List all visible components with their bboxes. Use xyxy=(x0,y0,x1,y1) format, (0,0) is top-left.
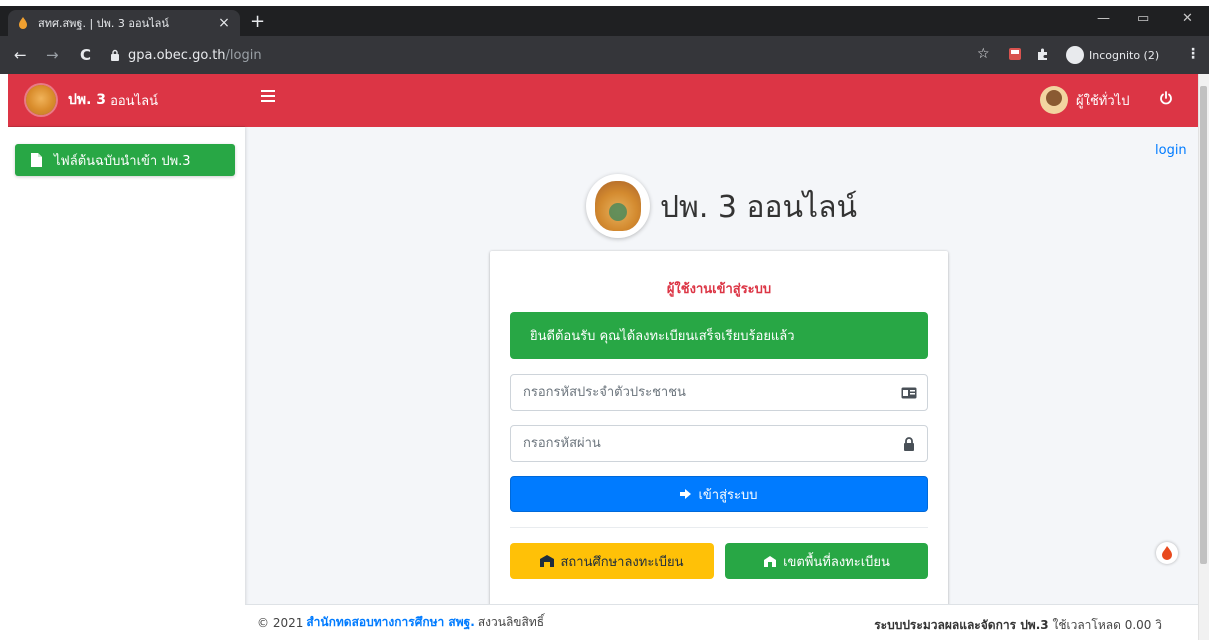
citizen-id-input[interactable] xyxy=(511,375,901,410)
area-register-button[interactable]: เขตพื้นที่ลงทะเบียน xyxy=(725,543,928,579)
incognito-label: Incognito (2) xyxy=(1089,48,1160,62)
tab-close-icon[interactable]: × xyxy=(216,15,232,31)
footer: © 2021 สำนักทดสอบทางการศึกษา สพฐ. สงวนลิ… xyxy=(245,604,1198,640)
lock-icon xyxy=(111,49,119,61)
menu-toggle-icon[interactable] xyxy=(261,90,275,104)
new-tab-button[interactable]: + xyxy=(250,12,265,32)
browser-tab-bar: สทศ.สพฐ. | ปพ. 3 ออนไลน์ × + — ▭ ✕ xyxy=(0,6,1209,36)
user-label: ผู้ใช้ทั่วไป xyxy=(1076,93,1130,109)
avatar xyxy=(1040,86,1068,114)
back-icon[interactable]: ← xyxy=(14,46,27,64)
footer-system-name: ระบบประมวลผลและจัดการ ปพ.3 xyxy=(874,618,1049,632)
incognito-indicator[interactable]: Incognito (2) xyxy=(1066,45,1159,65)
school-icon xyxy=(540,555,555,567)
app-window: ปพ. 3 ออนไลน์ ผู้ใช้ทั่วไป ไฟล์ต้นฉบับนำ… xyxy=(8,74,1198,640)
flame-widget-icon[interactable] xyxy=(1156,542,1178,564)
tab-title: สทศ.สพฐ. | ปพ. 3 ออนไลน์ xyxy=(38,17,169,30)
url-host: gpa.obec.go.th xyxy=(128,47,226,63)
login-button-label: เข้าสู่ระบบ xyxy=(698,487,758,503)
brand-logo xyxy=(26,85,56,115)
school-register-label: สถานศึกษาลงทะเบียน xyxy=(560,554,684,570)
load-time: ใช้เวลาโหลด 0.00 วิ xyxy=(1052,618,1162,632)
reload-icon[interactable]: C xyxy=(80,46,91,64)
page-title: ปพ. 3 ออนไลน์ xyxy=(660,190,858,225)
site-logo xyxy=(586,174,650,238)
browser-toolbar: ← → C gpa.obec.go.th/login ☆ Incognito (… xyxy=(0,36,1209,74)
scrollbar-thumb[interactable] xyxy=(1200,86,1207,564)
url-path: /login xyxy=(225,47,262,63)
login-button[interactable]: เข้าสู่ระบบ xyxy=(510,476,928,512)
browser-menu-icon[interactable]: ⋮ xyxy=(1186,46,1200,62)
brand-link[interactable]: ปพ. 3 ออนไลน์ xyxy=(8,74,245,127)
sidebar: ไฟล์ต้นฉบับนำเข้า ปพ.3 xyxy=(8,127,245,640)
sidebar-item-source-files[interactable]: ไฟล์ต้นฉบับนำเข้า ปพ.3 xyxy=(15,144,235,176)
rights-text: สงวนลิขสิทธิ์ xyxy=(477,615,545,629)
footer-status: ระบบประมวลผลและจัดการ ปพ.3 ใช้เวลาโหลด 0… xyxy=(874,616,1162,635)
restore-button[interactable]: ▭ xyxy=(1137,11,1149,26)
citizen-id-field[interactable] xyxy=(510,374,928,411)
forward-icon[interactable]: → xyxy=(46,46,59,64)
power-icon[interactable] xyxy=(1159,91,1173,105)
password-input[interactable] xyxy=(511,426,901,461)
sidebar-item-label: ไฟล์ต้นฉบับนำเข้า ปพ.3 xyxy=(54,153,191,169)
minimize-button[interactable]: — xyxy=(1097,11,1110,26)
lock-icon xyxy=(904,436,914,451)
sign-in-icon xyxy=(680,489,692,499)
password-field[interactable] xyxy=(510,425,928,462)
org-link[interactable]: สำนักทดสอบทางการศึกษา สพฐ. xyxy=(306,613,474,632)
login-link[interactable]: login xyxy=(1155,143,1187,158)
success-alert: ยินดีต้อนรับ คุณได้ลงทะเบียนเสร็จเรียบร้… xyxy=(510,312,928,359)
file-icon xyxy=(31,153,42,167)
id-card-icon xyxy=(901,387,917,398)
extensions-puzzle-icon[interactable] xyxy=(1036,47,1050,61)
divider xyxy=(510,527,928,528)
extension-icon[interactable] xyxy=(1008,47,1022,61)
user-menu[interactable]: ผู้ใช้ทั่วไป xyxy=(1040,84,1129,116)
area-register-label: เขตพื้นที่ลงทะเบียน xyxy=(783,554,890,570)
copyright: © 2021 xyxy=(257,615,304,630)
bookmark-star-icon[interactable]: ☆ xyxy=(977,46,990,62)
top-navbar: ปพ. 3 ออนไลน์ ผู้ใช้ทั่วไป xyxy=(8,74,1198,127)
address-bar[interactable]: gpa.obec.go.th/login xyxy=(110,42,1000,68)
favicon-icon xyxy=(19,17,27,29)
window-close-button[interactable]: ✕ xyxy=(1182,11,1193,26)
brand-title-bold: ปพ. 3 xyxy=(68,92,107,108)
map-building-icon xyxy=(764,556,777,567)
incognito-icon xyxy=(1066,46,1084,64)
login-card-title: ผู้ใช้งานเข้าสู่ระบบ xyxy=(666,282,772,297)
school-register-button[interactable]: สถานศึกษาลงทะเบียน xyxy=(510,543,714,579)
browser-tab[interactable]: สทศ.สพฐ. | ปพ. 3 ออนไลน์ × xyxy=(8,10,240,36)
brand-title: ออนไลน์ xyxy=(110,93,158,109)
login-card: ผู้ใช้งานเข้าสู่ระบบ ยินดีต้อนรับ คุณได้… xyxy=(490,251,948,640)
